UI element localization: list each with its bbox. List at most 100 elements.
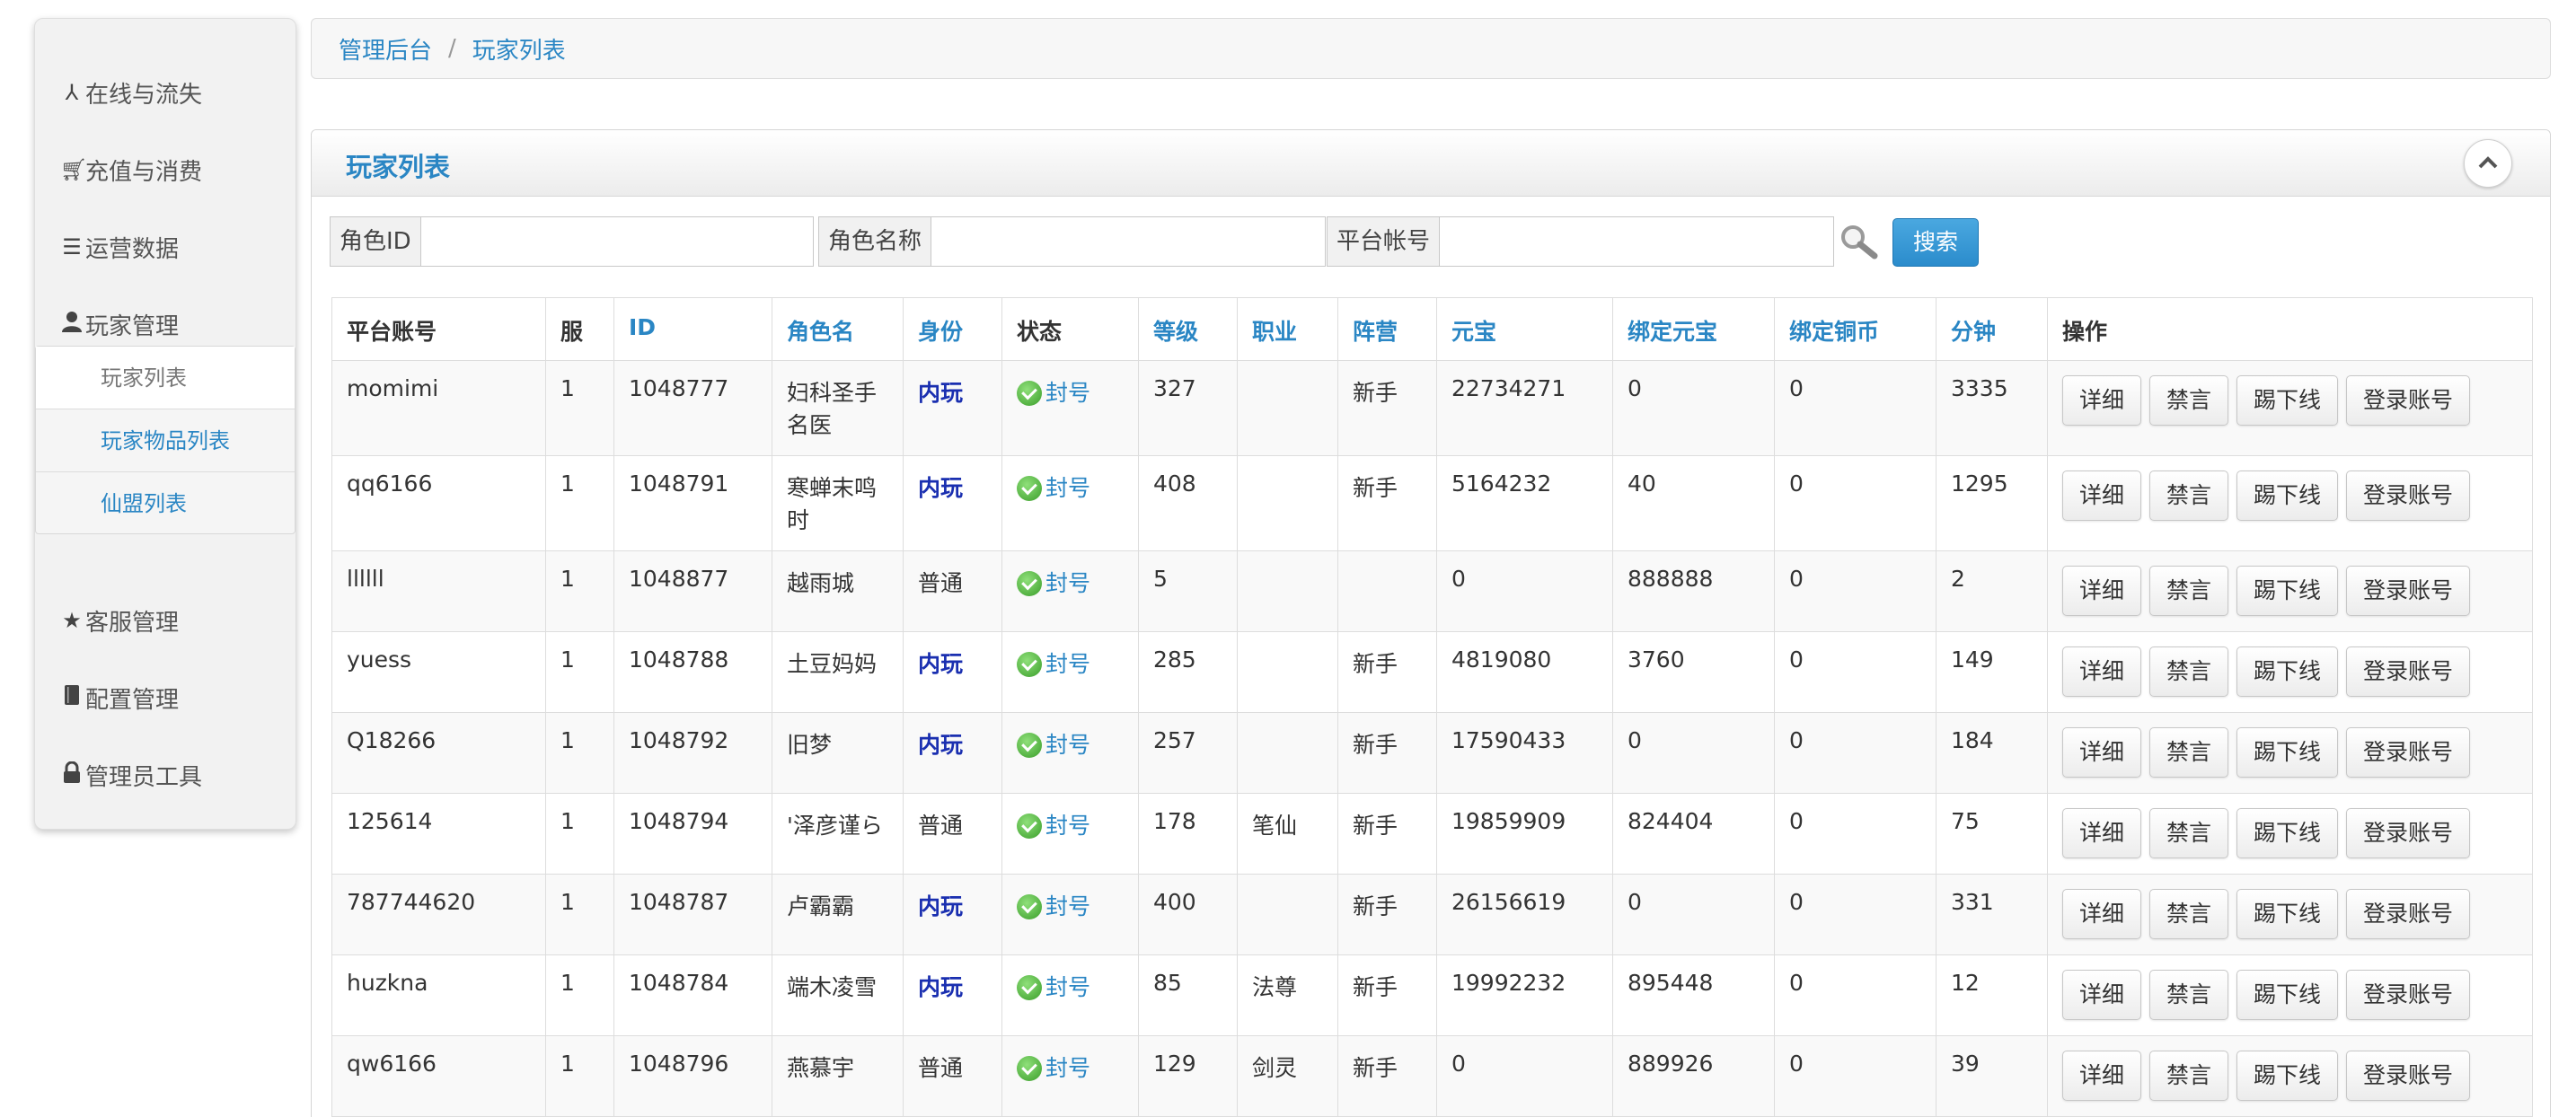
cell-minutes: 1295	[1936, 455, 2048, 551]
player-submenu: 玩家列表 玩家物品列表 仙盟列表	[35, 346, 296, 534]
cell-yuanbao: 26156619	[1436, 874, 1613, 955]
sidebar-item-config[interactable]: 配置管理	[60, 680, 179, 716]
table-row: qw6166 1 1048796 燕慕宇 普通 封号 129 剑灵 新手 0 889926 0 39 详细…	[331, 1035, 2533, 1117]
mute-button[interactable]: 禁言	[2149, 646, 2229, 697]
cell-bound-yuanbao: 824404	[1612, 793, 1775, 875]
status-link[interactable]: 封号	[1017, 566, 1090, 598]
login-account-button[interactable]: 登录账号	[2346, 646, 2471, 697]
mute-button[interactable]: 禁言	[2149, 889, 2229, 939]
status-link[interactable]: 封号	[1017, 889, 1090, 921]
mute-button[interactable]: 禁言	[2149, 970, 2229, 1020]
header-identity[interactable]: 身份	[903, 297, 1002, 361]
role-id-input[interactable]	[419, 216, 814, 267]
detail-button[interactable]: 详细	[2062, 1051, 2142, 1101]
header-status: 状态	[1001, 297, 1139, 361]
sidebar-item-label: 管理员工具	[85, 763, 203, 791]
cell-server-text: 1	[560, 808, 575, 834]
status-link[interactable]: 封号	[1017, 808, 1090, 840]
login-account-button[interactable]: 登录账号	[2346, 808, 2471, 858]
header-yuanbao[interactable]: 元宝	[1436, 297, 1613, 361]
header-bound-yuanbao[interactable]: 绑定元宝	[1612, 297, 1775, 361]
status-link[interactable]: 封号	[1017, 471, 1090, 503]
search-button[interactable]: 搜索	[1892, 218, 1979, 267]
kick-button[interactable]: 踢下线	[2236, 1051, 2339, 1101]
header-camp[interactable]: 阵营	[1337, 297, 1437, 361]
table-row: Q18266 1 1048792 旧梦 内玩 封号 257 新手 17590433 0 0 184 详细…	[331, 712, 2533, 794]
status-link[interactable]: 封号	[1017, 727, 1090, 760]
header-bound-copper[interactable]: 绑定铜币	[1774, 297, 1936, 361]
login-account-button[interactable]: 登录账号	[2346, 727, 2471, 778]
login-account-button[interactable]: 登录账号	[2346, 1051, 2471, 1101]
cell-id: 1048794	[613, 793, 772, 875]
login-account-button[interactable]: 登录账号	[2346, 566, 2471, 616]
login-account-button[interactable]: 登录账号	[2346, 471, 2471, 521]
header-level[interactable]: 等级	[1138, 297, 1238, 361]
sidebar-item-recharge[interactable]: 🛒︎ 充值与消费	[60, 152, 202, 188]
mute-button[interactable]: 禁言	[2149, 566, 2229, 616]
mute-button[interactable]: 禁言	[2149, 471, 2229, 521]
sidebar-item-operations[interactable]: ☰ 运营数据	[60, 229, 179, 265]
kick-button[interactable]: 踢下线	[2236, 566, 2339, 616]
player-table-wrapper: 平台账号 服 ID 角色名 身份 状态 等级 职业 阵营 元宝 绑定元宝 绑定铜…	[331, 297, 2533, 1117]
submenu-item-player-items[interactable]: 玩家物品列表	[36, 409, 295, 472]
breadcrumb-home-link[interactable]: 管理后台	[339, 32, 432, 66]
header-job[interactable]: 职业	[1237, 297, 1338, 361]
kick-button[interactable]: 踢下线	[2236, 646, 2339, 697]
cell-status: 封号	[1001, 793, 1139, 875]
submenu-item-guild-list[interactable]: 仙盟列表	[36, 472, 295, 535]
cell-id-text: 1048787	[629, 889, 729, 915]
header-minutes[interactable]: 分钟	[1936, 297, 2048, 361]
header-role-name[interactable]: 角色名	[772, 297, 904, 361]
status-text: 封号	[1045, 1055, 1091, 1081]
detail-button[interactable]: 详细	[2062, 471, 2142, 521]
sidebar-item-player-management[interactable]: 玩家管理	[60, 306, 179, 342]
sidebar-item-online-churn[interactable]: ⅄ 在线与流失	[60, 75, 202, 110]
cell-bound-copper-text: 0	[1789, 970, 1804, 996]
detail-button[interactable]: 详细	[2062, 375, 2142, 426]
cell-server-text: 1	[560, 1051, 575, 1077]
detail-button[interactable]: 详细	[2062, 889, 2142, 939]
login-account-button[interactable]: 登录账号	[2346, 889, 2471, 939]
breadcrumb-current-link[interactable]: 玩家列表	[472, 32, 566, 66]
detail-button[interactable]: 详细	[2062, 727, 2142, 778]
kick-button[interactable]: 踢下线	[2236, 889, 2339, 939]
detail-button[interactable]: 详细	[2062, 646, 2142, 697]
table-row: huzkna 1 1048784 端木凌雪 内玩 封号 85 法尊 新手 19992232 8954…	[331, 954, 2533, 1036]
status-link[interactable]: 封号	[1017, 646, 1090, 679]
detail-button[interactable]: 详细	[2062, 566, 2142, 616]
cell-bound-copper: 0	[1774, 1035, 1936, 1117]
cell-yuanbao: 19859909	[1436, 793, 1613, 875]
collapse-button[interactable]	[2464, 139, 2512, 188]
login-account-button[interactable]: 登录账号	[2346, 375, 2471, 426]
magnifier-icon[interactable]	[1839, 224, 1878, 259]
kick-button[interactable]: 踢下线	[2236, 375, 2339, 426]
header-id[interactable]: ID	[613, 297, 772, 361]
status-link[interactable]: 封号	[1017, 970, 1090, 1002]
mute-button[interactable]: 禁言	[2149, 727, 2229, 778]
detail-button[interactable]: 详细	[2062, 808, 2142, 858]
status-link[interactable]: 封号	[1017, 375, 1090, 408]
mute-button[interactable]: 禁言	[2149, 808, 2229, 858]
mute-button[interactable]: 禁言	[2149, 1051, 2229, 1101]
kick-button[interactable]: 踢下线	[2236, 727, 2339, 778]
cell-role-name-text: 燕慕宇	[787, 1055, 855, 1081]
sidebar-item-customer-service[interactable]: ★ 客服管理	[60, 602, 179, 638]
sidebar-item-admin-tools[interactable]: 管理员工具	[60, 757, 202, 793]
kick-button[interactable]: 踢下线	[2236, 808, 2339, 858]
check-circle-icon	[1017, 894, 1042, 919]
cell-role-name: 寒蝉末鸣时	[772, 455, 904, 551]
status-link[interactable]: 封号	[1017, 1051, 1090, 1083]
login-account-button[interactable]: 登录账号	[2346, 970, 2471, 1020]
cell-identity-text: 内玩	[918, 974, 964, 1000]
panel-title: 玩家列表	[346, 152, 451, 182]
kick-button[interactable]: 踢下线	[2236, 970, 2339, 1020]
detail-button[interactable]: 详细	[2062, 970, 2142, 1020]
role-name-input[interactable]	[931, 216, 1327, 267]
check-circle-icon	[1017, 381, 1042, 406]
mute-button[interactable]: 禁言	[2149, 375, 2229, 426]
submenu-item-player-list[interactable]: 玩家列表	[36, 347, 295, 409]
cell-minutes-text: 1295	[1951, 471, 2008, 497]
kick-button[interactable]: 踢下线	[2236, 471, 2339, 521]
cell-bound-yuanbao-text: 0	[1628, 375, 1642, 401]
platform-account-input[interactable]	[1439, 216, 1835, 267]
